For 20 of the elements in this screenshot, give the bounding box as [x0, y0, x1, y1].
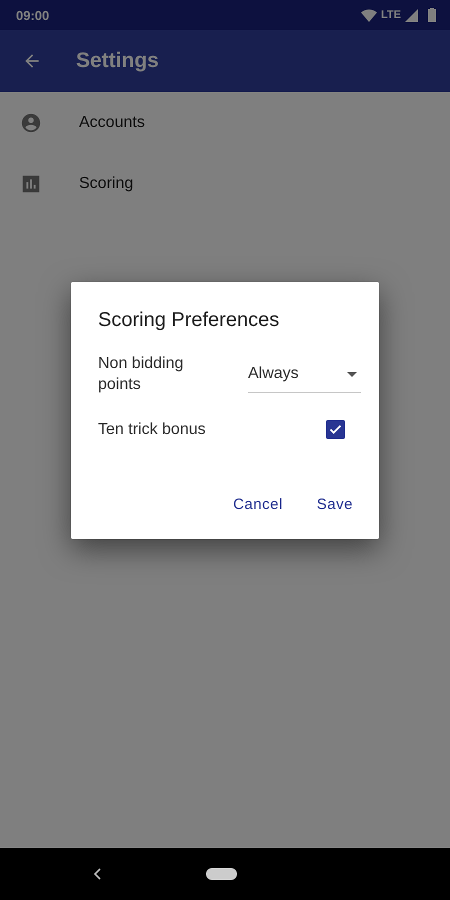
dialog-title: Scoring Preferences — [98, 308, 280, 332]
dialog-button[interactable]: Save — [308, 490, 361, 518]
wifi-icon — [361, 8, 378, 22]
settings-item[interactable]: Accounts — [79, 114, 145, 132]
checkmark-icon — [328, 422, 343, 437]
network-label: LTE — [381, 9, 401, 21]
dialog-button[interactable]: Cancel — [225, 490, 291, 518]
settings-item[interactable]: Scoring — [79, 174, 134, 192]
battery-icon — [428, 8, 436, 22]
home-pill-icon[interactable] — [206, 868, 237, 880]
dropdown-field[interactable]: Always — [248, 356, 361, 392]
screen-title: Settings — [76, 49, 159, 73]
dropdown-caret-icon — [347, 372, 357, 376]
checkbox[interactable] — [326, 420, 345, 439]
back-icon[interactable] — [93, 868, 101, 880]
setting-label: Non bidding points — [98, 354, 184, 394]
setting-label: Ten trick bonus — [98, 420, 206, 440]
account-icon — [20, 112, 42, 134]
signal-icon — [405, 8, 418, 22]
status-time: 09:00 — [16, 8, 50, 22]
